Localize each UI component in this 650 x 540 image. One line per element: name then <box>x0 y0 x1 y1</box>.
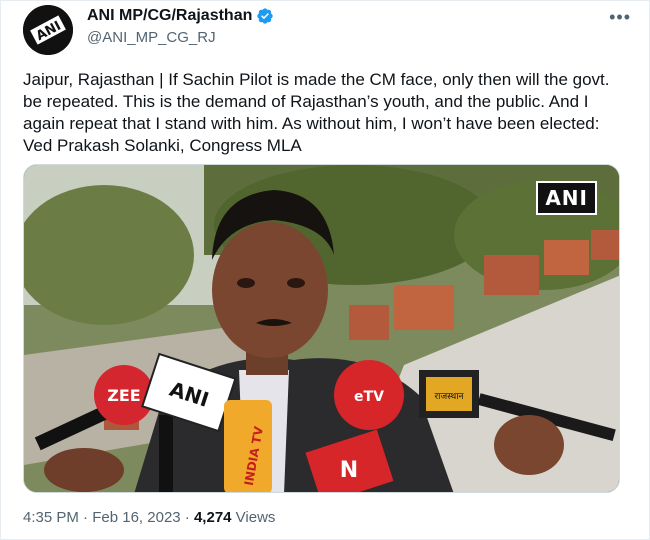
more-options-icon[interactable]: ••• <box>609 7 631 28</box>
svg-text:ZEE: ZEE <box>107 386 140 405</box>
account-handle[interactable]: @ANI_MP_CG_RJ <box>87 29 216 46</box>
ani-watermark: ANI <box>536 181 597 215</box>
views-label: Views <box>231 509 276 526</box>
verified-badge-icon <box>256 7 274 25</box>
tweet-video-frame[interactable]: ZEE ANI INDIA TV N eTV राजस्थान ANI <box>23 164 620 493</box>
svg-text:राजस्थान: राजस्थान <box>434 392 464 402</box>
tweet-time[interactable]: 4:35 PM <box>23 509 79 526</box>
mic-india-tv: INDIA TV <box>224 400 272 492</box>
meta-separator: · <box>180 509 194 526</box>
tweet-card: ANI ANI MP/CG/Rajasthan @ANI_MP_CG_RJ ••… <box>0 0 650 540</box>
account-name[interactable]: ANI MP/CG/Rajasthan <box>87 7 252 25</box>
svg-text:N: N <box>340 458 358 483</box>
mic-etv: eTV <box>334 360 404 430</box>
tweet-meta: 4:35 PM · Feb 16, 2023 · 4,274 Views <box>23 509 275 526</box>
avatar[interactable]: ANI <box>23 5 73 55</box>
svg-text:eTV: eTV <box>354 389 384 405</box>
account-name-row: ANI MP/CG/Rajasthan <box>87 7 274 25</box>
ani-logo-icon: ANI <box>23 5 73 55</box>
tweet-date[interactable]: Feb 16, 2023 <box>92 509 180 526</box>
meta-separator: · <box>78 509 93 526</box>
video-still-image: ZEE ANI INDIA TV N eTV राजस्थान <box>24 165 619 492</box>
tweet-text: Jaipur, Rajasthan | If Sachin Pilot is m… <box>23 70 610 155</box>
views-count: 4,274 <box>193 509 232 526</box>
